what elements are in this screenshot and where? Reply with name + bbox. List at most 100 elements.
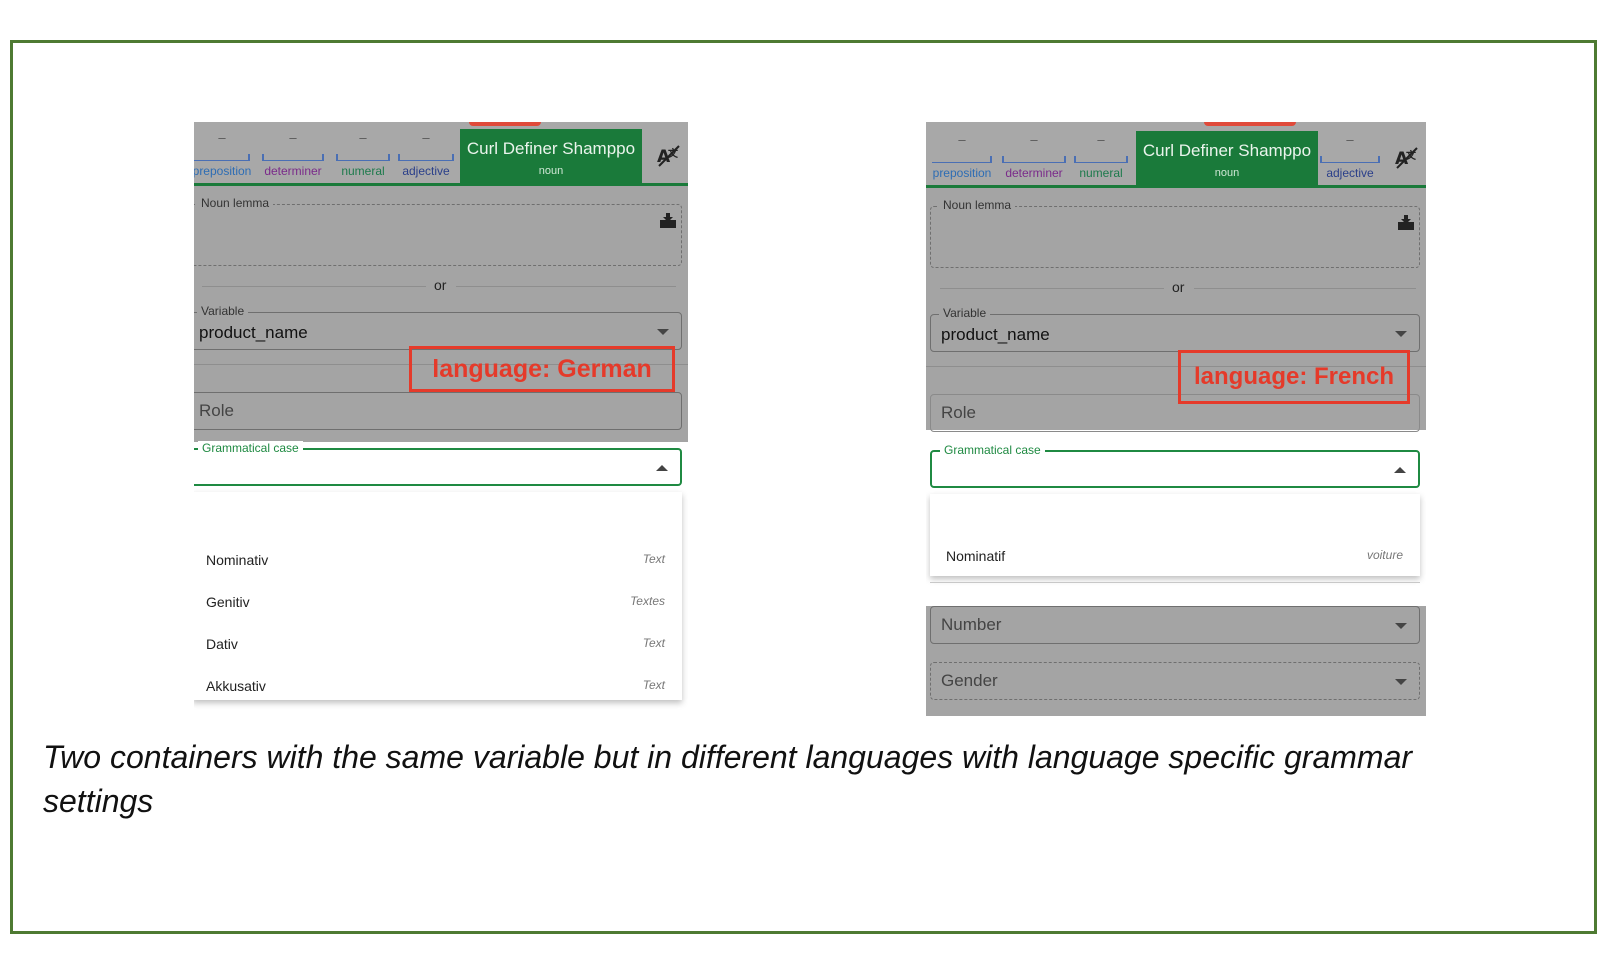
token-dash: –: [1346, 132, 1354, 147]
token-dash: –: [359, 130, 367, 145]
number-placeholder: Number: [941, 615, 1002, 634]
token-label: numeral: [1079, 166, 1123, 180]
token-dash: –: [1030, 132, 1038, 147]
token-preposition[interactable]: – preposition: [194, 130, 254, 178]
chevron-down-icon[interactable]: [1395, 331, 1407, 337]
language-annotation: language: German: [409, 346, 675, 392]
case-option-genitiv[interactable]: Genitiv Textes: [194, 582, 682, 622]
variable-select[interactable]: Variable product_name: [194, 304, 682, 350]
token-dash: –: [1097, 132, 1105, 147]
token-dash: –: [422, 130, 430, 145]
token-bracket: [336, 154, 390, 161]
grammatical-case-label: Grammatical case: [940, 443, 1045, 457]
top-indicator: [1204, 122, 1296, 126]
french-container: – preposition – determiner – numeral – a…: [926, 122, 1426, 716]
translate-off-icon[interactable]: A文: [1394, 146, 1420, 170]
grammatical-case-menu: Nominatif voiture: [930, 494, 1420, 576]
option-label: Genitiv: [206, 594, 250, 610]
token-bracket: [1320, 156, 1380, 163]
token-numeral[interactable]: – numeral: [332, 130, 394, 178]
grammatical-case-select[interactable]: Grammatical case: [194, 441, 682, 486]
variable-select[interactable]: Variable product_name: [930, 306, 1420, 352]
download-box-icon[interactable]: [659, 213, 677, 229]
download-box-icon[interactable]: [1397, 215, 1415, 231]
token-label: determiner: [1005, 166, 1063, 180]
option-hint: Text: [642, 678, 665, 692]
or-divider-left: [940, 288, 1164, 289]
variable-value: product_name: [199, 323, 308, 342]
option-hint: Text: [642, 552, 665, 566]
case-option-akkusativ[interactable]: Akkusativ Text: [194, 666, 682, 706]
or-text: or: [434, 277, 447, 293]
token-bracket: [1002, 156, 1066, 163]
token-label: numeral: [341, 164, 385, 178]
noun-lemma-label: Noun lemma: [939, 198, 1016, 212]
noun-lemma-field[interactable]: Noun lemma: [194, 196, 682, 266]
token-determiner[interactable]: – determiner: [258, 130, 328, 178]
grammatical-case-select[interactable]: Grammatical case: [930, 443, 1420, 488]
token-bracket: [262, 154, 324, 161]
german-container: – preposition – determiner – numeral – a…: [194, 122, 688, 714]
gender-select[interactable]: Gender: [930, 662, 1420, 700]
token-adjective[interactable]: – adjective: [394, 130, 458, 178]
noun-lemma-field[interactable]: Noun lemma: [930, 198, 1420, 268]
or-divider-right: [456, 286, 676, 287]
grammatical-case-label: Grammatical case: [198, 441, 303, 455]
chevron-up-icon[interactable]: [656, 465, 668, 471]
option-label: Nominativ: [206, 552, 269, 568]
variable-label: Variable: [939, 306, 991, 320]
option-label: Akkusativ: [206, 678, 266, 694]
token-bracket: [194, 154, 250, 161]
token-bracket: [932, 156, 992, 163]
active-token-noun[interactable]: Curl Definer Shamppo noun: [1136, 131, 1318, 187]
token-label: preposition: [194, 164, 252, 178]
active-token-name: Curl Definer Shamppo: [1142, 141, 1312, 160]
token-bracket: [1074, 156, 1128, 163]
token-bracket: [398, 154, 454, 161]
token-numeral[interactable]: – numeral: [1070, 132, 1132, 180]
variable-value: product_name: [941, 325, 1050, 344]
option-hint: Textes: [630, 594, 665, 608]
token-label: preposition: [932, 166, 992, 180]
token-label: determiner: [264, 164, 322, 178]
role-field[interactable]: Role: [194, 392, 682, 430]
option-hint: Text: [642, 636, 665, 650]
case-option-dativ[interactable]: Dativ Text: [194, 624, 682, 664]
or-divider-left: [202, 286, 426, 287]
option-hint: voiture: [1366, 548, 1403, 562]
token-preposition[interactable]: – preposition: [928, 132, 996, 180]
language-annotation: language: French: [1178, 350, 1410, 404]
number-select[interactable]: Number: [930, 606, 1420, 644]
case-option-nominativ[interactable]: Nominativ Text: [194, 540, 682, 580]
token-dash: –: [958, 132, 966, 147]
noun-lemma-label: Noun lemma: [197, 196, 274, 210]
option-label: Nominatif: [946, 548, 1006, 564]
chevron-up-icon[interactable]: [1394, 467, 1406, 473]
or-text: or: [1172, 279, 1185, 295]
menu-bottom-edge: [930, 582, 1420, 583]
active-token-noun[interactable]: Curl Definer Shamppo noun: [460, 129, 642, 185]
figure-caption: Two containers with the same variable bu…: [43, 739, 1413, 819]
chevron-down-icon[interactable]: [657, 329, 669, 335]
active-token-pos: noun: [538, 165, 564, 177]
variable-label: Variable: [197, 304, 249, 318]
token-dash: –: [289, 130, 297, 145]
token-label: adjective: [402, 164, 450, 178]
top-indicator: [469, 122, 541, 126]
active-token-name: Curl Definer Shamppo: [466, 139, 636, 158]
grammatical-case-menu: Nominativ Text Genitiv Textes Dativ Text…: [194, 492, 682, 700]
token-dash: –: [218, 130, 226, 145]
chevron-down-icon[interactable]: [1395, 623, 1407, 629]
token-adjective[interactable]: – adjective: [1316, 132, 1384, 180]
case-option-nominatif[interactable]: Nominatif voiture: [930, 536, 1420, 576]
chevron-down-icon[interactable]: [1395, 679, 1407, 685]
token-label: adjective: [1326, 166, 1374, 180]
active-token-pos: noun: [1214, 167, 1240, 179]
token-determiner[interactable]: – determiner: [998, 132, 1070, 180]
option-label: Dativ: [206, 636, 238, 652]
translate-off-icon[interactable]: A文: [656, 144, 682, 168]
role-placeholder: Role: [199, 401, 234, 420]
gender-placeholder: Gender: [941, 671, 998, 690]
role-placeholder: Role: [941, 403, 976, 422]
or-divider-right: [1194, 288, 1416, 289]
